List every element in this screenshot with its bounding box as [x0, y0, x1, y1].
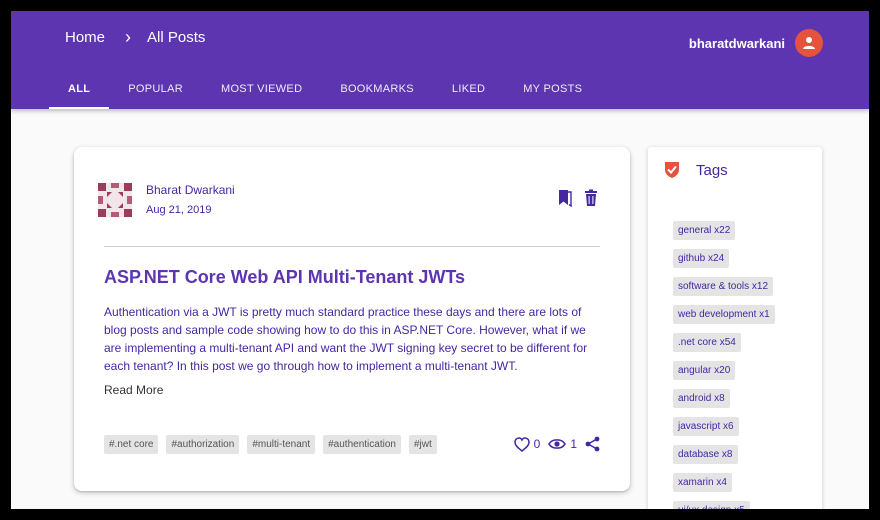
post-tag-chip[interactable]: #.net core — [104, 435, 159, 454]
tab-popular[interactable]: POPULAR — [109, 73, 202, 109]
post-date: Aug 21, 2019 — [146, 204, 212, 216]
tag-shield-icon — [665, 162, 679, 178]
view-count: 1 — [570, 437, 577, 451]
post-tag-chip[interactable]: #jwt — [408, 435, 437, 454]
delete-icon[interactable] — [584, 189, 598, 207]
eye-icon — [548, 439, 567, 449]
like-count: 0 — [533, 437, 541, 451]
tag-chip[interactable]: angular x20 — [673, 361, 736, 380]
avatar[interactable] — [795, 29, 823, 57]
user-menu[interactable]: bharatdwarkani — [689, 29, 823, 57]
post-tag-chip[interactable]: #authorization — [166, 435, 240, 454]
tag-chip[interactable]: software & tools x12 — [673, 277, 774, 296]
author-avatar[interactable] — [98, 183, 132, 217]
tag-chip[interactable]: database x8 — [673, 445, 738, 464]
tab-my-posts[interactable]: MY POSTS — [504, 73, 601, 109]
chevron-right-icon: › — [125, 27, 132, 47]
tag-chip[interactable]: ui/ux design x5 — [673, 501, 750, 509]
card-divider — [104, 246, 600, 247]
app-window: Home › All Posts bharatdwarkani ALL POPU… — [11, 11, 869, 509]
breadcrumb: Home › All Posts — [65, 27, 206, 47]
tab-bookmarks[interactable]: BOOKMARKS — [321, 73, 433, 109]
tag-chip[interactable]: xamarin x4 — [673, 473, 732, 492]
tag-chip[interactable]: android x8 — [673, 389, 730, 408]
tag-chip[interactable]: general x22 — [673, 221, 736, 240]
username: bharatdwarkani — [688, 35, 785, 51]
post-tag-chip[interactable]: #multi-tenant — [247, 435, 316, 454]
tag-chip[interactable]: github x24 — [673, 249, 730, 268]
post-title[interactable]: ASP.NET Core Web API Multi-Tenant JWTs — [104, 267, 465, 288]
post-actions — [558, 189, 598, 208]
tag-list: general x22 github x24 software & tools … — [673, 221, 775, 509]
post-tags: #.net core #authorization #multi-tenant … — [104, 435, 437, 454]
post-card: Bharat Dwarkani Aug 21, 2019 ASP.NET Cor… — [74, 147, 630, 491]
post-stats: 0 1 — [513, 436, 600, 452]
breadcrumb-home[interactable]: Home — [65, 29, 105, 46]
tab-most-viewed[interactable]: MOST VIEWED — [202, 73, 321, 109]
person-icon — [803, 37, 815, 49]
tag-chip[interactable]: javascript x6 — [673, 417, 739, 436]
read-more-link[interactable]: Read More — [104, 383, 163, 397]
post-tag-chip[interactable]: #authentication — [323, 435, 401, 454]
tags-header: Tags — [664, 161, 728, 179]
tab-all[interactable]: ALL — [49, 73, 110, 109]
breadcrumb-current: All Posts — [147, 29, 206, 46]
tags-title: Tags — [696, 161, 728, 179]
post-excerpt: Authentication via a JWT is pretty much … — [104, 305, 588, 373]
heart-icon[interactable] — [513, 436, 530, 452]
app-bar: Home › All Posts bharatdwarkani ALL POPU… — [11, 11, 869, 109]
tag-chip[interactable]: web development x1 — [673, 305, 775, 324]
tag-chip[interactable]: .net core x54 — [673, 333, 741, 352]
author-name[interactable]: Bharat Dwarkani — [146, 183, 235, 197]
tags-panel: Tags general x22 github x24 software & t… — [648, 147, 822, 509]
tab-bar: ALL POPULAR MOST VIEWED BOOKMARKS LIKED … — [49, 73, 601, 109]
tab-liked[interactable]: LIKED — [433, 73, 504, 109]
share-icon[interactable] — [585, 436, 600, 452]
bookmark-icon[interactable] — [558, 189, 572, 208]
